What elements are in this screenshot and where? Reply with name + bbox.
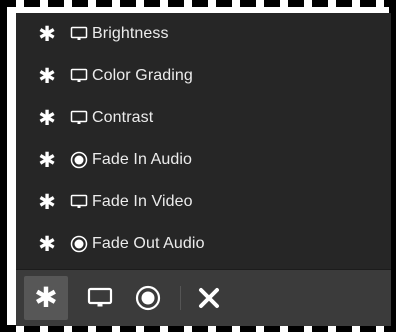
- close-button[interactable]: [191, 276, 227, 320]
- effects-list: ✱ Brightness ✱ Color Grading ✱ Contrast …: [16, 13, 391, 269]
- list-item[interactable]: ✱ Brightness: [16, 13, 391, 55]
- close-icon: [199, 288, 219, 308]
- favorites-filter-button[interactable]: ✱: [24, 276, 68, 320]
- toolbar-separator: [180, 286, 181, 310]
- list-item[interactable]: ✱ Fade Out Audio: [16, 223, 391, 265]
- video-filter-button[interactable]: [78, 276, 122, 320]
- effect-label: Color Grading: [92, 67, 193, 84]
- monitor-icon: [69, 24, 89, 44]
- list-item[interactable]: ✱ Contrast: [16, 97, 391, 139]
- asterisk-icon: ✱: [34, 282, 58, 313]
- monitor-icon: [69, 66, 89, 86]
- monitor-icon: [69, 108, 89, 128]
- favorite-star-icon[interactable]: ✱: [37, 150, 57, 171]
- effect-label: Contrast: [92, 109, 154, 126]
- favorite-star-icon[interactable]: ✱: [37, 108, 57, 129]
- favorite-star-icon[interactable]: ✱: [37, 234, 57, 255]
- filter-toolbar: ✱: [16, 269, 391, 326]
- audio-disc-icon: [69, 150, 89, 170]
- audio-disc-icon: [69, 234, 89, 254]
- favorite-star-icon[interactable]: ✱: [37, 66, 57, 87]
- audio-disc-icon: [135, 285, 161, 311]
- list-item[interactable]: ✱ Fade In Video: [16, 181, 391, 223]
- effect-label: Fade In Video: [92, 193, 193, 210]
- favorite-star-icon[interactable]: ✱: [37, 24, 57, 45]
- filters-panel: ✱ Brightness ✱ Color Grading ✱ Contrast …: [16, 13, 391, 326]
- effect-label: Fade Out Audio: [92, 235, 205, 252]
- audio-filter-button[interactable]: [126, 276, 170, 320]
- list-item[interactable]: ✱ Fade In Audio: [16, 139, 391, 181]
- monitor-icon: [69, 192, 89, 212]
- effect-label: Brightness: [92, 25, 169, 42]
- favorite-star-icon[interactable]: ✱: [37, 192, 57, 213]
- effect-label: Fade In Audio: [92, 151, 193, 168]
- monitor-icon: [87, 287, 113, 307]
- list-item[interactable]: ✱ Color Grading: [16, 55, 391, 97]
